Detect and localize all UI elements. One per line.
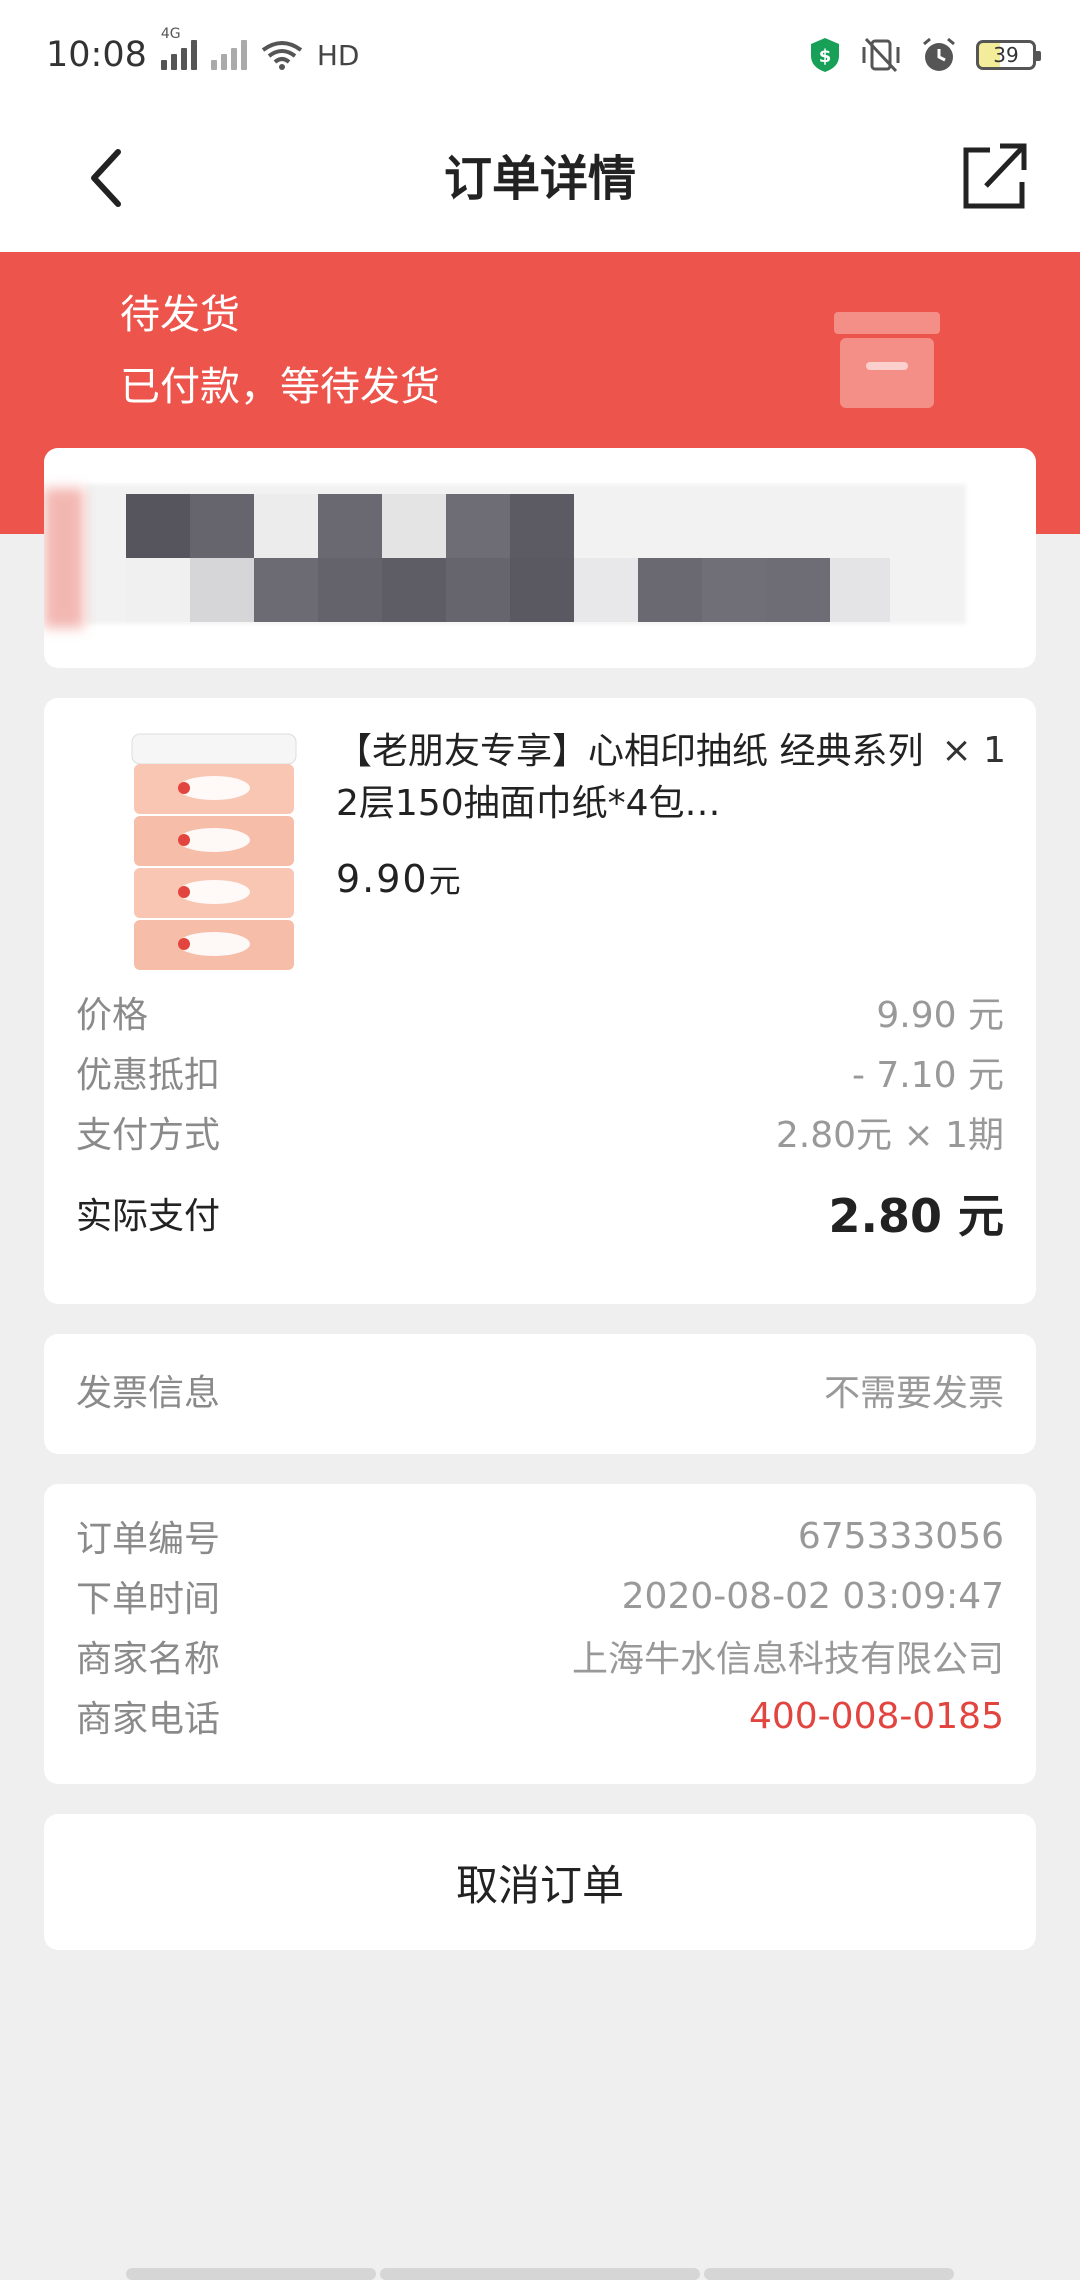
invoice-card[interactable]: 发票信息 不需要发票 <box>44 1334 1036 1454</box>
hd-label: HD <box>316 38 360 72</box>
signal-icon-secondary <box>210 40 247 70</box>
battery-level: 39 <box>993 43 1019 67</box>
address-card[interactable] <box>44 448 1036 668</box>
status-bar: 10:08 4G HD $ 39 <box>0 0 1080 110</box>
order-time-value: 2020-08-02 03:09:47 <box>621 1575 1004 1617</box>
merchant-name-value: 上海牛水信息科技有限公司 <box>571 1639 1004 1680</box>
order-number-label: 订单编号 <box>76 1519 221 1560</box>
price-label: 价格 <box>76 995 149 1036</box>
invoice-label: 发票信息 <box>76 1373 221 1414</box>
order-status-description: 已付款，等待发货 <box>120 364 440 410</box>
price-row: 价格 9.90 元 <box>76 986 1004 1038</box>
network-type-label: 4G <box>160 26 181 42</box>
battery-icon: 39 <box>976 40 1041 70</box>
page-title: 订单详情 <box>443 151 636 207</box>
merchant-phone-label: 商家电话 <box>76 1699 221 1740</box>
actual-payment-value: 2.80 元 <box>828 1189 1004 1243</box>
mute-vibrate-icon <box>862 37 900 73</box>
signal-icon: 4G <box>160 26 197 70</box>
app-header: 订单详情 <box>0 110 1080 252</box>
product-quantity: × 1 <box>941 730 1006 771</box>
alarm-icon <box>923 37 955 71</box>
wifi-icon <box>261 41 303 70</box>
cancel-order-button[interactable]: 取消订单 <box>44 1814 1036 1950</box>
merchant-name-label: 商家名称 <box>76 1639 221 1680</box>
order-info-card: 订单编号 675333056 下单时间 2020-08-02 03:09:47 … <box>44 1484 1036 1784</box>
payment-method-value: 2.80元 × 1期 <box>775 1115 1004 1156</box>
order-status-title: 待发货 <box>120 292 240 338</box>
nav-bar-segment <box>380 2268 700 2280</box>
order-number-value: 675333056 <box>797 1515 1004 1557</box>
goods-card: 【老朋友专享】心相印抽纸 经典系列 2层150抽面巾纸*4包… × 1 9.90… <box>44 698 1036 1304</box>
nav-bar-segment <box>126 2268 376 2280</box>
status-time: 10:08 <box>46 35 147 75</box>
box-icon <box>834 312 940 408</box>
shield-dollar-icon: $ <box>811 38 839 72</box>
cancel-order-label: 取消订单 <box>455 1860 624 1910</box>
merchant-phone-link[interactable]: 400-008-0185 <box>749 1696 1004 1737</box>
product-title[interactable]: 【老朋友专享】心相印抽纸 经典系列 2层150抽面巾纸*4包… <box>336 726 946 830</box>
nav-bar-segment <box>704 2268 954 2280</box>
discount-row: 优惠抵扣 - 7.10 元 <box>76 1046 1004 1098</box>
invoice-row: 发票信息 不需要发票 <box>76 1364 1004 1416</box>
payment-method-label: 支付方式 <box>76 1115 221 1156</box>
discount-value: - 7.10 元 <box>851 1055 1004 1096</box>
invoice-value: 不需要发票 <box>823 1373 1004 1414</box>
actual-payment-row: 实际支付 2.80 元 <box>76 1180 1004 1246</box>
price-value: 9.90 元 <box>876 995 1004 1036</box>
svg-text:$: $ <box>819 46 832 67</box>
product-price-value: 9.90 <box>336 857 429 901</box>
order-number-row: 订单编号 675333056 <box>76 1510 1004 1562</box>
merchant-name-row: 商家名称 上海牛水信息科技有限公司 <box>76 1630 1004 1682</box>
discount-label: 优惠抵扣 <box>76 1055 221 1096</box>
blur-artifact <box>44 488 84 628</box>
obscured-address <box>86 484 966 624</box>
merchant-phone-row: 商家电话 400-008-0185 <box>76 1690 1004 1742</box>
order-time-label: 下单时间 <box>76 1579 221 1620</box>
order-time-row: 下单时间 2020-08-02 03:09:47 <box>76 1570 1004 1622</box>
product-price: 9.90元 <box>336 856 461 902</box>
product-price-unit: 元 <box>428 862 461 900</box>
product-image[interactable] <box>114 728 314 978</box>
actual-payment-label: 实际支付 <box>76 1196 221 1237</box>
payment-method-row: 支付方式 2.80元 × 1期 <box>76 1106 1004 1158</box>
share-icon[interactable] <box>960 136 1030 212</box>
